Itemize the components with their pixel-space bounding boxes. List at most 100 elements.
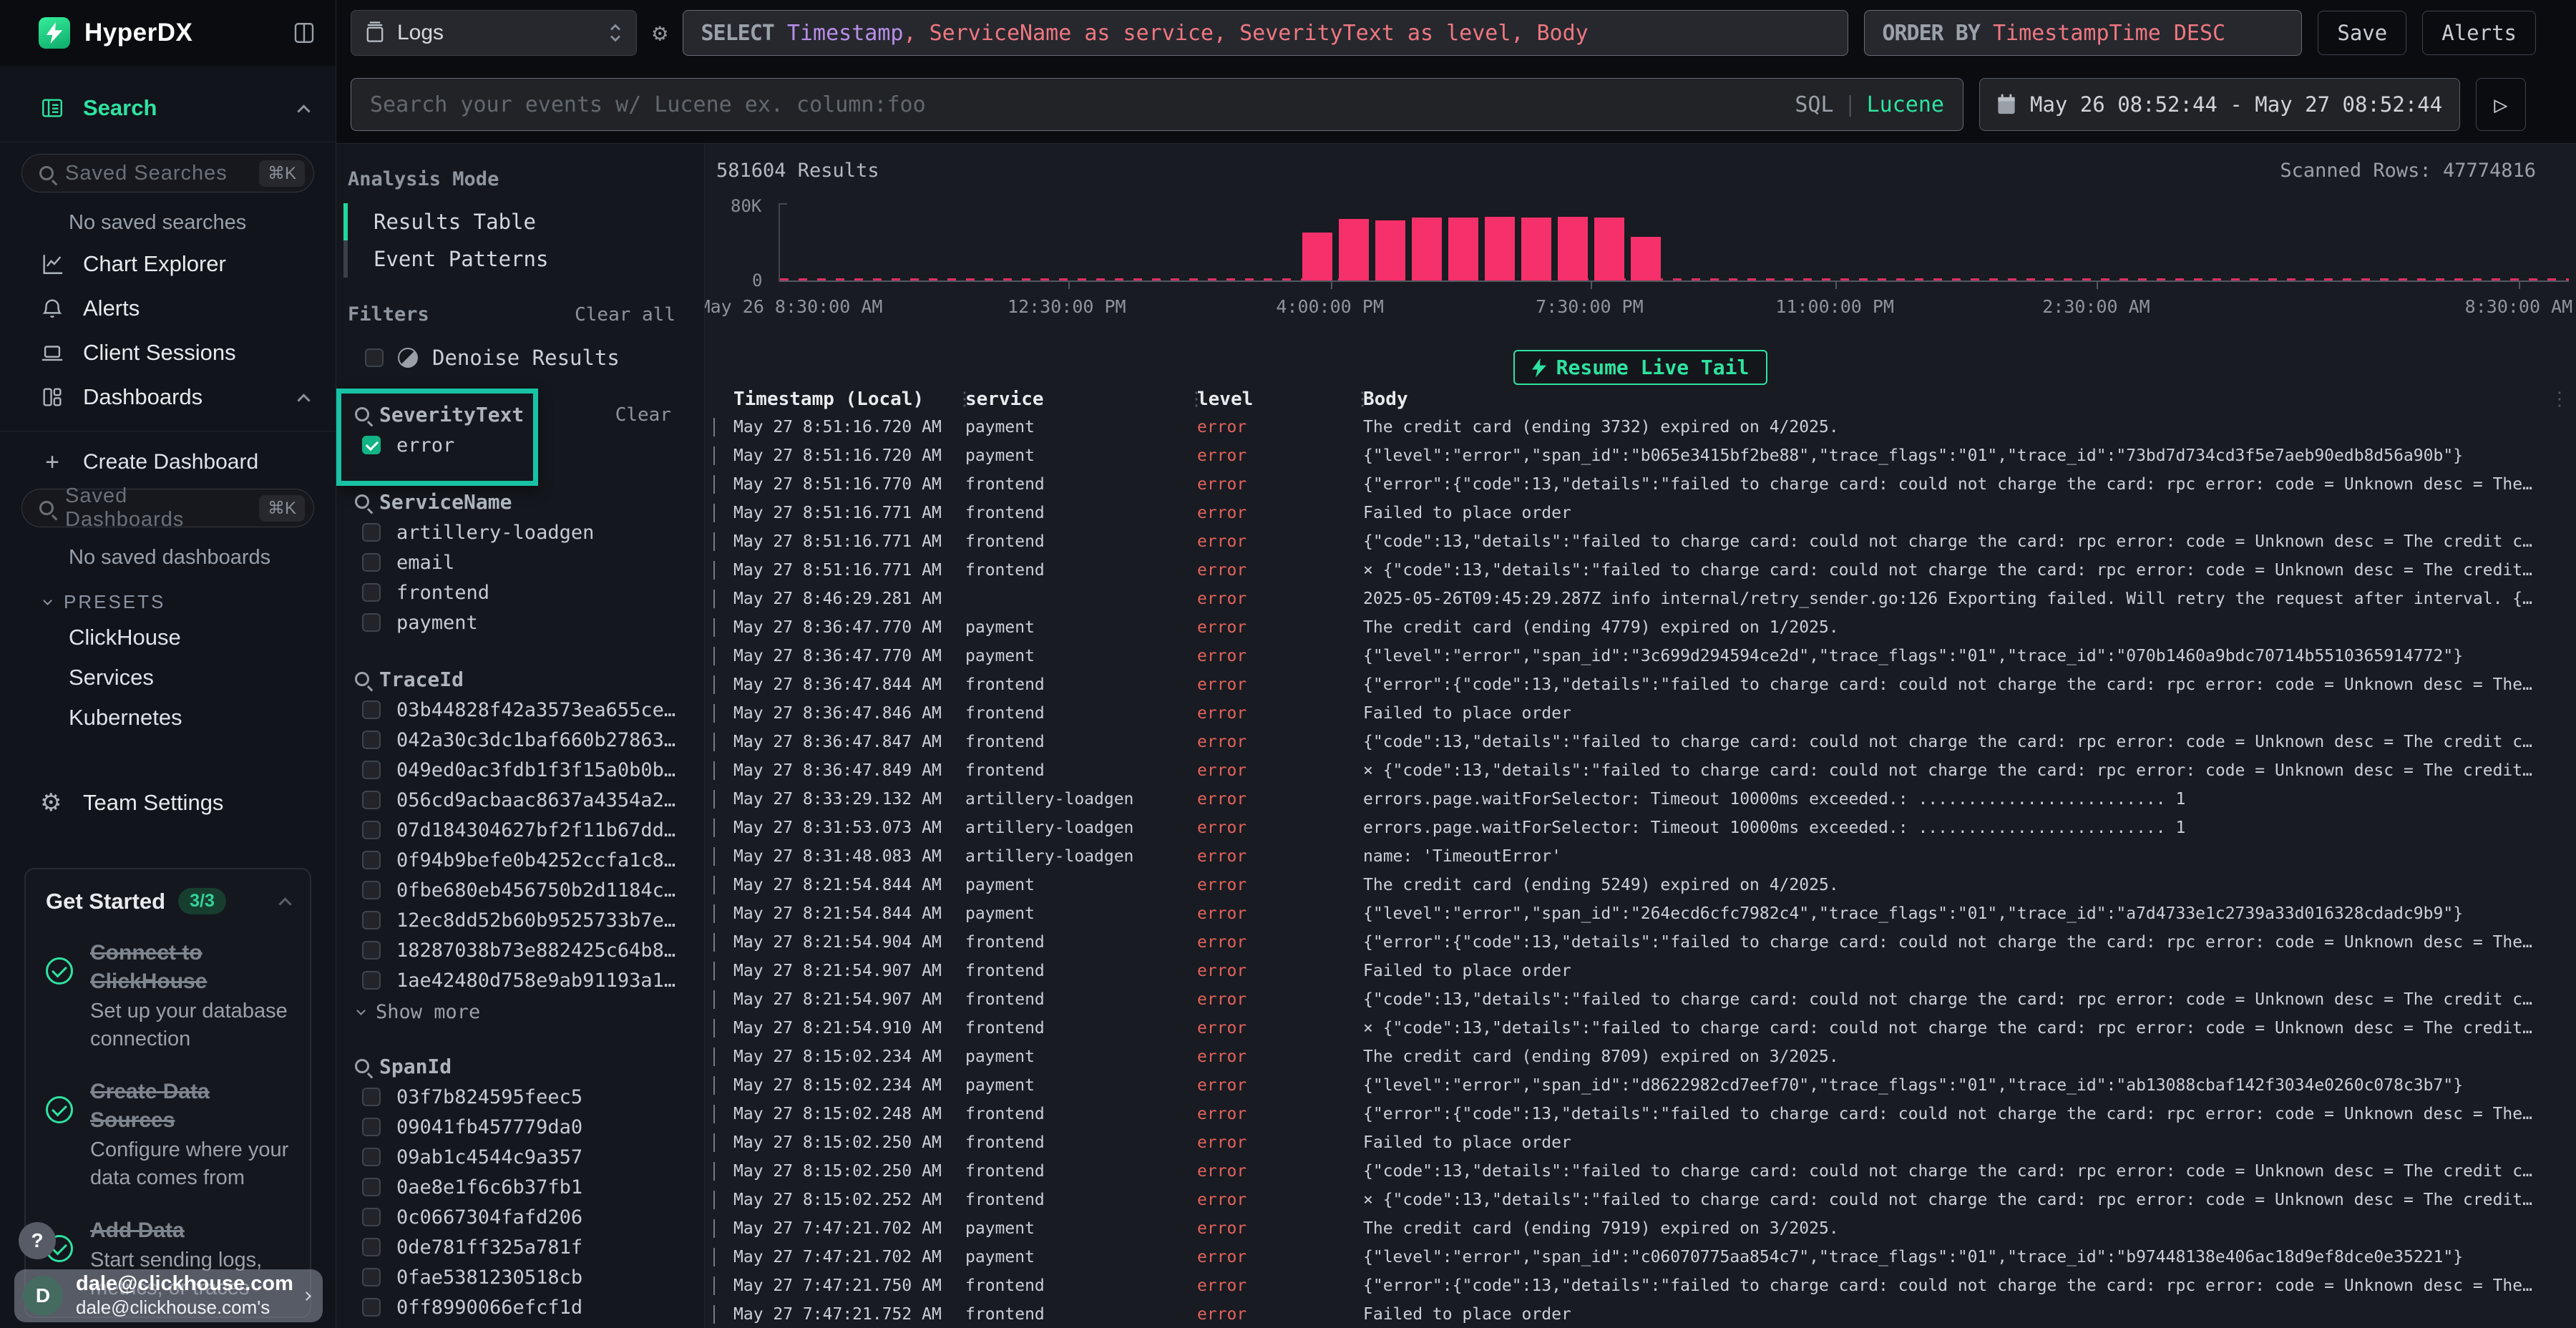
table-row[interactable]: May 27 8:15:02.250 AM frontend error {"c… (709, 1157, 2576, 1186)
row-expand-icon[interactable] (713, 904, 715, 923)
table-row[interactable]: May 27 8:15:02.248 AM frontend error {"e… (709, 1100, 2576, 1128)
chart-bar[interactable] (1302, 233, 1332, 281)
table-row[interactable]: May 27 8:36:47.847 AM frontend error {"c… (709, 728, 2576, 756)
preset-kubernetes[interactable]: Kubernetes (0, 698, 336, 738)
lucene-search-input[interactable]: Search your events w/ Lucene ex. column:… (351, 78, 1963, 131)
row-expand-icon[interactable] (713, 819, 715, 837)
filter-checkbox[interactable] (362, 761, 381, 779)
table-row[interactable]: May 27 8:36:47.770 AM payment error The … (709, 613, 2576, 642)
row-expand-icon[interactable] (713, 733, 715, 751)
help-button[interactable]: ? (19, 1222, 56, 1259)
search-icon[interactable] (355, 672, 369, 686)
col-header-body[interactable]: Body (1363, 389, 2547, 410)
row-expand-icon[interactable] (713, 618, 715, 637)
language-toggle-sql[interactable]: SQL (1795, 92, 1833, 117)
filter-value-row[interactable]: 09041fb457779da0 (336, 1112, 704, 1142)
get-started-step[interactable]: Create Data Sources Configure where your… (46, 1078, 290, 1192)
resume-live-tail-button[interactable]: Resume Live Tail (1513, 350, 1768, 385)
filter-checkbox[interactable] (362, 700, 381, 719)
filter-value-row[interactable]: frontend (336, 577, 704, 607)
row-expand-icon[interactable] (713, 590, 715, 608)
row-expand-icon[interactable] (713, 847, 715, 866)
show-more-button[interactable]: Show more (336, 995, 704, 1025)
table-row[interactable]: May 27 8:15:02.252 AM frontend error × {… (709, 1186, 2576, 1214)
row-expand-icon[interactable] (713, 990, 715, 1009)
table-row[interactable]: May 27 7:47:21.702 AM payment error The … (709, 1214, 2576, 1243)
filter-value-row[interactable]: 0fae5381230518cb (336, 1262, 704, 1292)
row-expand-icon[interactable] (713, 1133, 715, 1152)
table-row[interactable]: May 27 8:33:29.132 AM artillery-loadgen … (709, 785, 2576, 814)
source-settings-gear-icon[interactable]: ⚙ (653, 11, 667, 55)
row-expand-icon[interactable] (713, 504, 715, 522)
filter-value-row[interactable]: artillery-loadgen (336, 517, 704, 547)
filter-checkbox[interactable] (362, 583, 381, 602)
source-select[interactable]: Logs (351, 10, 637, 56)
save-button[interactable]: Save (2318, 11, 2406, 55)
table-row[interactable]: May 27 8:51:16.771 AM frontend error Fai… (709, 499, 2576, 527)
chart-bar[interactable] (1594, 218, 1624, 280)
table-row[interactable]: May 27 8:15:02.250 AM frontend error Fai… (709, 1128, 2576, 1157)
chevron-up-icon[interactable] (278, 897, 291, 910)
filter-checkbox[interactable] (362, 941, 381, 960)
filter-checkbox[interactable] (362, 1118, 381, 1136)
filter-checkbox[interactable] (362, 613, 381, 632)
row-expand-icon[interactable] (713, 475, 715, 494)
hyperdx-logo-icon[interactable] (39, 17, 70, 49)
table-row[interactable]: May 27 8:31:48.083 AM artillery-loadgen … (709, 842, 2576, 871)
row-expand-icon[interactable] (713, 1162, 715, 1181)
table-row[interactable]: May 27 8:51:16.770 AM frontend error {"e… (709, 470, 2576, 499)
filter-clear-button[interactable]: Clear (615, 404, 671, 426)
row-expand-icon[interactable] (713, 1219, 715, 1238)
table-row[interactable]: May 27 8:21:54.910 AM frontend error × {… (709, 1014, 2576, 1043)
filter-checkbox[interactable] (362, 553, 381, 572)
table-row[interactable]: May 27 8:36:47.849 AM frontend error × {… (709, 756, 2576, 785)
sidebar-item-alerts[interactable]: Alerts (0, 286, 336, 331)
preset-clickhouse[interactable]: ClickHouse (0, 617, 336, 658)
filter-value-row[interactable]: 0f94b9befe0b4252ccfa1c8… (336, 845, 704, 875)
filter-checkbox[interactable] (362, 1268, 381, 1286)
table-row[interactable]: May 27 8:36:47.844 AM frontend error {"e… (709, 670, 2576, 699)
filter-value-row[interactable]: 07d184304627bf2f11b67dd… (336, 815, 704, 845)
language-toggle-lucene[interactable]: Lucene (1867, 92, 1944, 117)
filter-checkbox[interactable] (362, 1148, 381, 1166)
filter-checkbox[interactable] (362, 851, 381, 869)
table-row[interactable]: May 27 8:31:53.073 AM artillery-loadgen … (709, 814, 2576, 842)
row-expand-icon[interactable] (713, 532, 715, 551)
filter-value-row[interactable]: 03f7b824595feec5 (336, 1082, 704, 1112)
column-drag-icon[interactable]: ⋮ (1353, 389, 1372, 410)
row-expand-icon[interactable] (713, 418, 715, 436)
filter-checkbox[interactable] (362, 821, 381, 839)
table-row[interactable]: May 27 8:21:54.907 AM frontend error {"c… (709, 985, 2576, 1014)
row-expand-icon[interactable] (713, 446, 715, 465)
filter-value-row[interactable]: 03b44828f42a3573ea655ce… (336, 695, 704, 725)
date-range-picker[interactable]: May 26 08:52:44 - May 27 08:52:44 (1979, 78, 2460, 131)
preset-services[interactable]: Services (0, 658, 336, 698)
filter-checkbox[interactable] (362, 523, 381, 542)
sidebar-collapse-icon[interactable] (291, 20, 317, 46)
denoise-checkbox[interactable] (365, 348, 384, 367)
row-expand-icon[interactable] (713, 1191, 715, 1209)
filter-value-row[interactable]: 0ff8990066efcf1d (336, 1292, 704, 1322)
filter-checkbox[interactable] (362, 1178, 381, 1196)
sidebar-item-search[interactable]: Search (0, 86, 336, 130)
col-header-service[interactable]: service (965, 389, 1197, 410)
filter-value-row[interactable]: 056cd9acbaac8637a4354a2… (336, 785, 704, 815)
filter-value-row[interactable]: 0c0667304fafd206 (336, 1202, 704, 1232)
chart-bar[interactable] (1485, 217, 1515, 280)
row-expand-icon[interactable] (713, 647, 715, 665)
filter-checkbox[interactable] (362, 1298, 381, 1317)
row-expand-icon[interactable] (713, 1048, 715, 1066)
filter-checkbox[interactable] (362, 1238, 381, 1256)
filter-value-row[interactable]: 0de781ff325a781f (336, 1232, 704, 1262)
table-row[interactable]: May 27 8:21:54.907 AM frontend error Fai… (709, 957, 2576, 985)
row-expand-icon[interactable] (713, 1105, 715, 1123)
row-expand-icon[interactable] (713, 790, 715, 809)
chart-bar[interactable] (1448, 218, 1478, 280)
sidebar-item-client-sessions[interactable]: Client Sessions (0, 331, 336, 375)
filter-checkbox[interactable] (362, 731, 381, 749)
row-expand-icon[interactable] (713, 1305, 715, 1324)
filter-checkbox[interactable] (362, 911, 381, 929)
analysis-mode-option[interactable]: Event Patterns (343, 240, 704, 278)
search-icon[interactable] (355, 407, 369, 421)
saved-searches-input[interactable]: Saved Searches ⌘K (21, 154, 314, 192)
